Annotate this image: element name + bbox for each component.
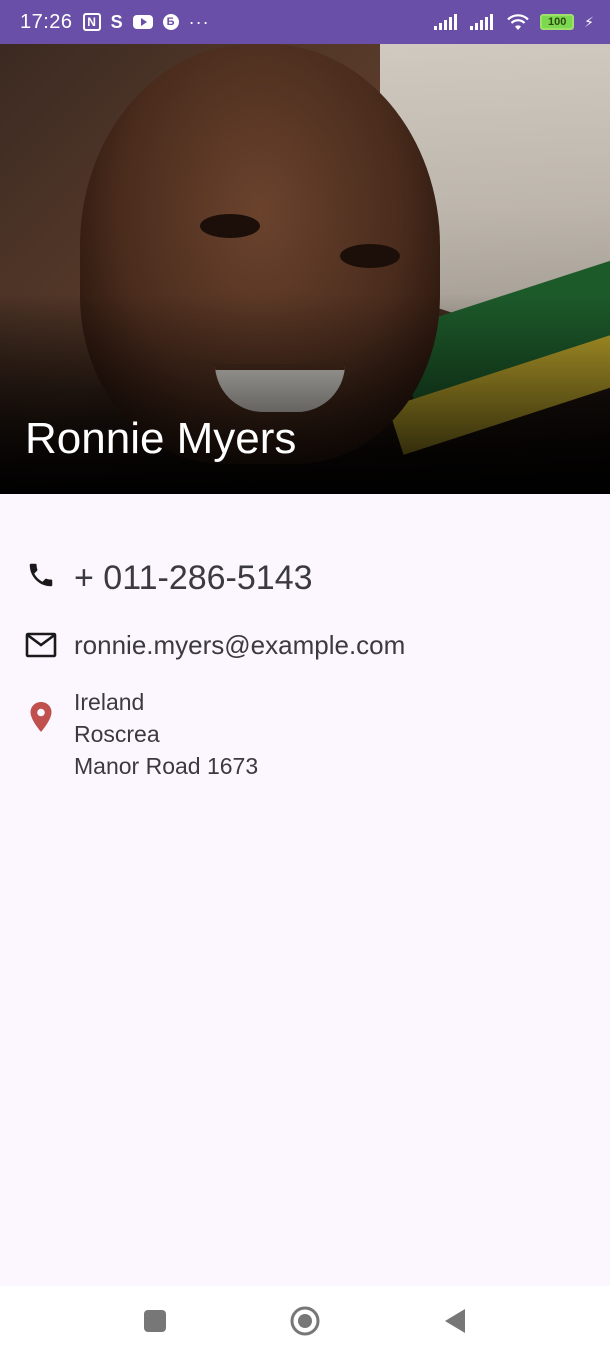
phone-row[interactable]: + 011-286-5143 <box>24 558 313 598</box>
charging-icon: ⚡ <box>584 13 594 30</box>
address-country: Ireland <box>74 689 145 715</box>
signal-icon-2 <box>470 14 496 30</box>
location-pin-icon <box>24 700 58 734</box>
photo-gradient-overlay <box>0 294 610 494</box>
status-time: 17:26 <box>20 10 73 33</box>
status-bar: 17:26 N S Б ··· 100 ⚡ <box>0 0 610 44</box>
email-address[interactable]: ronnie.myers@example.com <box>74 628 405 662</box>
email-row[interactable]: ronnie.myers@example.com <box>24 628 405 662</box>
phone-number[interactable]: + 011-286-5143 <box>74 558 313 598</box>
nfc-icon: N <box>82 13 101 31</box>
photo-detail <box>340 244 400 268</box>
phone-icon <box>24 558 58 592</box>
contact-photo: Ronnie Myers <box>0 44 610 494</box>
battery-icon: 100 <box>540 14 575 30</box>
wifi-icon <box>507 14 529 30</box>
b-notification-icon: Б <box>162 14 179 30</box>
back-button[interactable] <box>435 1301 475 1341</box>
status-left: 17:26 N S Б ··· <box>20 11 210 34</box>
address-city: Roscrea <box>74 721 160 747</box>
square-icon <box>144 1310 166 1332</box>
recents-button[interactable] <box>135 1301 175 1341</box>
address-row[interactable]: Ireland Roscrea Manor Road 1673 <box>24 686 258 782</box>
signal-icon <box>434 14 460 30</box>
mail-icon <box>24 628 58 662</box>
photo-detail <box>200 214 260 238</box>
status-right: 100 ⚡ <box>434 13 594 31</box>
home-button[interactable] <box>285 1301 325 1341</box>
circle-icon <box>290 1306 320 1336</box>
contact-name: Ronnie Myers <box>25 414 297 463</box>
triangle-back-icon <box>445 1309 465 1333</box>
address-lines: Ireland Roscrea Manor Road 1673 <box>74 686 258 782</box>
s-notification-icon: S <box>110 11 123 32</box>
address-street: Manor Road 1673 <box>74 753 259 779</box>
youtube-icon <box>132 15 153 29</box>
more-notifications-icon: ··· <box>188 11 210 32</box>
system-navigation-bar <box>0 1286 610 1356</box>
